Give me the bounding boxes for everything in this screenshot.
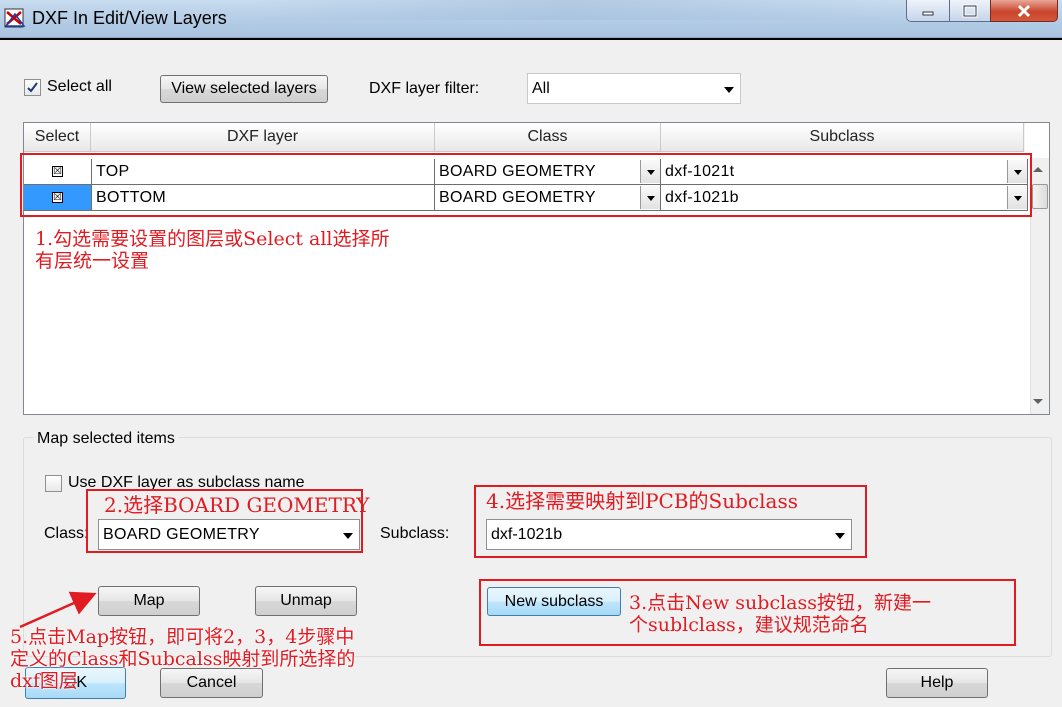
map-group-title: Map selected items	[33, 430, 179, 448]
select-all-label[interactable]: Select all	[47, 78, 112, 96]
close-button[interactable]	[990, 0, 1058, 22]
column-header-class[interactable]: Class	[435, 123, 661, 152]
annotation-step5: 5.点击Map按钮，即可将2，3，4步骤中 定义的Class和Subcalss映…	[10, 626, 356, 692]
annotation-step1: 1.勾选需要设置的图层或Select all选择所 有层统一设置	[35, 228, 390, 272]
maximize-button[interactable]	[949, 0, 991, 22]
window-title: DXF In Edit/View Layers	[32, 8, 227, 28]
scroll-up-icon[interactable]	[1033, 167, 1043, 172]
dxf-app-icon	[4, 8, 26, 28]
column-header-subclass[interactable]: Subclass	[661, 123, 1024, 152]
view-selected-layers-button[interactable]: View selected layers	[160, 75, 328, 103]
select-all-checkbox[interactable]	[24, 79, 41, 96]
scrollbar-thumb[interactable]	[1032, 184, 1048, 209]
checkmark-icon	[27, 82, 38, 93]
dxf-layer-filter-label: DXF layer filter:	[369, 80, 480, 97]
scroll-down-icon[interactable]	[1033, 399, 1043, 404]
column-header-dxf-layer[interactable]: DXF layer	[91, 123, 435, 152]
annotation-step4: 4.选择需要映射到PCB的Subclass	[486, 489, 798, 513]
annotation-box-step1	[20, 153, 1032, 217]
annotation-step3: 3.点击New subclass按钮，新建一 个sublclass，建议规范命名	[629, 592, 931, 636]
minimize-icon	[922, 11, 934, 15]
close-icon	[1017, 4, 1031, 17]
dxf-layer-filter-select[interactable]: All	[527, 73, 741, 104]
title-bar-glass	[240, 0, 900, 20]
window-frame-divider	[0, 38, 1062, 40]
grid-header: Select DXF layer Class Subclass	[24, 123, 1025, 152]
dxf-layer-filter-value: All	[532, 79, 550, 97]
use-dxf-layer-checkbox[interactable]	[45, 475, 62, 492]
unmap-button[interactable]: Unmap	[255, 586, 357, 616]
map-button[interactable]: Map	[98, 586, 200, 616]
annotation-step2: 2.选择BOARD GEOMETRY	[104, 493, 370, 517]
class-label: Class:	[44, 525, 89, 542]
title-bar: DXF In Edit/View Layers	[0, 0, 1062, 38]
maximize-icon	[962, 4, 978, 17]
column-header-select[interactable]: Select	[24, 123, 91, 152]
chevron-down-icon	[724, 86, 734, 93]
subclass-label: Subclass:	[380, 525, 450, 542]
help-button[interactable]: Help	[886, 668, 988, 698]
minimize-button[interactable]	[906, 0, 950, 22]
